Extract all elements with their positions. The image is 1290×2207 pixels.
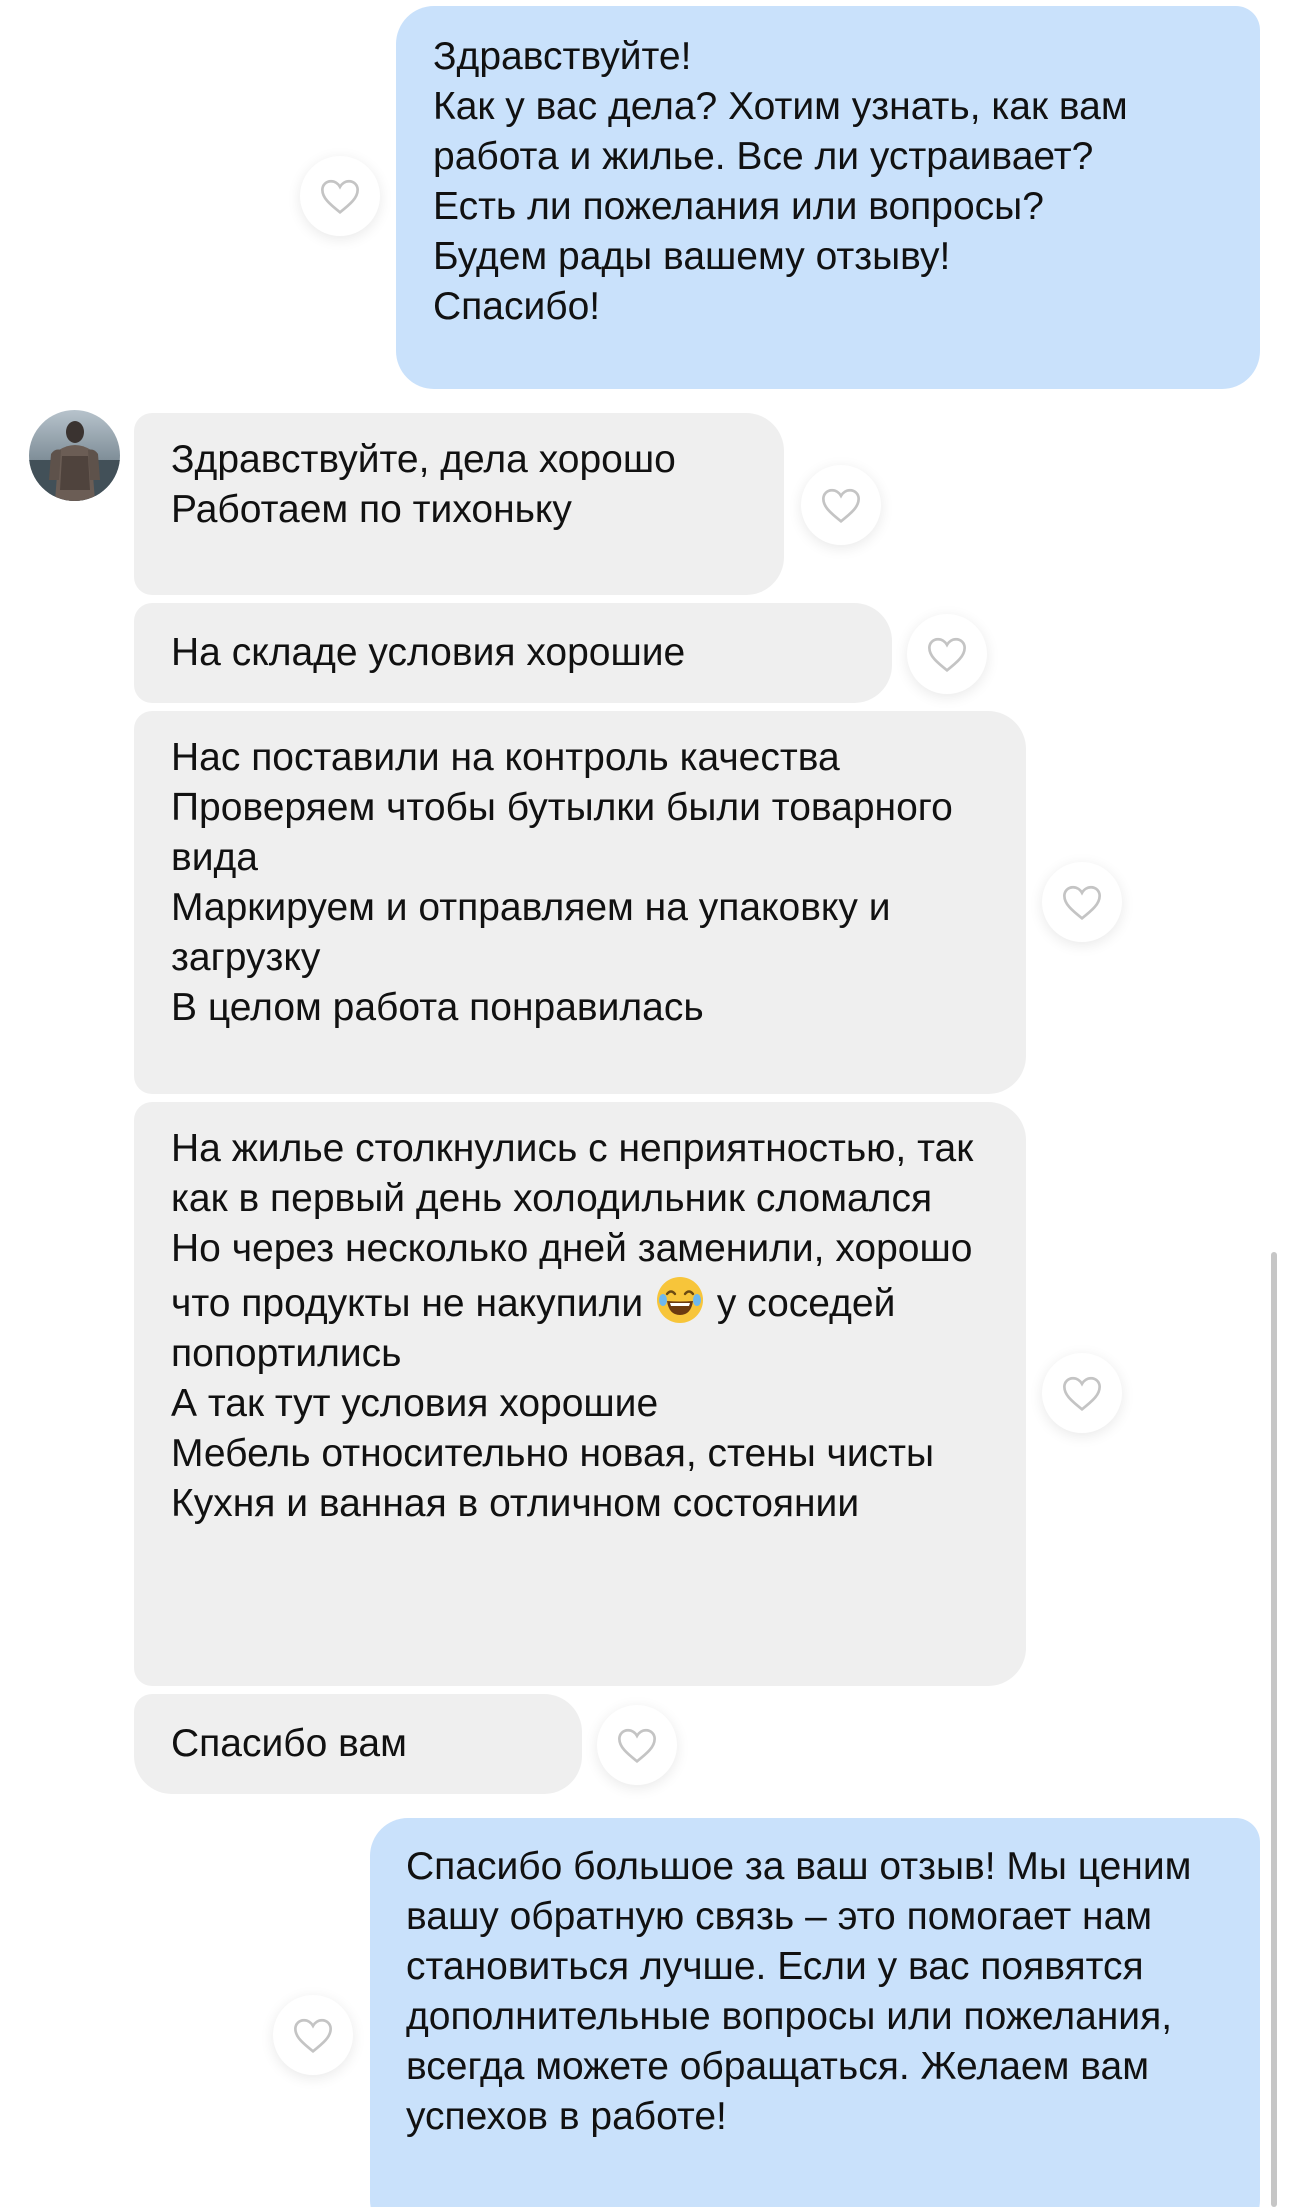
heart-outline-icon bbox=[1063, 885, 1101, 920]
like-button[interactable] bbox=[801, 465, 881, 545]
like-button[interactable] bbox=[300, 156, 380, 236]
outgoing-message[interactable]: Здравствуйте! Как у вас дела? Хотим узна… bbox=[396, 6, 1260, 389]
heart-outline-icon bbox=[822, 488, 860, 523]
incoming-message[interactable]: Спасибо вам bbox=[134, 1694, 582, 1794]
incoming-message[interactable]: Нас поставили на контроль качества Прове… bbox=[134, 711, 1026, 1094]
contact-avatar[interactable] bbox=[29, 410, 120, 501]
incoming-message[interactable]: На жилье столкнулись с неприятностью, та… bbox=[134, 1102, 1026, 1686]
chat-thread[interactable]: Здравствуйте! Как у вас дела? Хотим узна… bbox=[0, 0, 1290, 2207]
scrollbar[interactable] bbox=[1271, 1252, 1277, 2207]
incoming-message[interactable]: На складе условия хорошие bbox=[134, 603, 892, 703]
laughing-emoji-icon bbox=[654, 1274, 706, 1326]
like-button[interactable] bbox=[1042, 862, 1122, 942]
like-button[interactable] bbox=[1042, 1353, 1122, 1433]
heart-outline-icon bbox=[294, 2018, 332, 2053]
like-button[interactable] bbox=[273, 1995, 353, 2075]
like-button[interactable] bbox=[907, 614, 987, 694]
heart-outline-icon bbox=[1063, 1376, 1101, 1411]
avatar-image bbox=[29, 410, 120, 501]
incoming-message[interactable]: Здравствуйте, дела хорошо Работаем по ти… bbox=[134, 413, 784, 595]
like-button[interactable] bbox=[597, 1705, 677, 1785]
heart-outline-icon bbox=[928, 637, 966, 672]
heart-outline-icon bbox=[321, 179, 359, 214]
outgoing-message[interactable]: Спасибо большое за ваш отзыв! Мы ценим в… bbox=[370, 1818, 1260, 2207]
heart-outline-icon bbox=[618, 1728, 656, 1763]
